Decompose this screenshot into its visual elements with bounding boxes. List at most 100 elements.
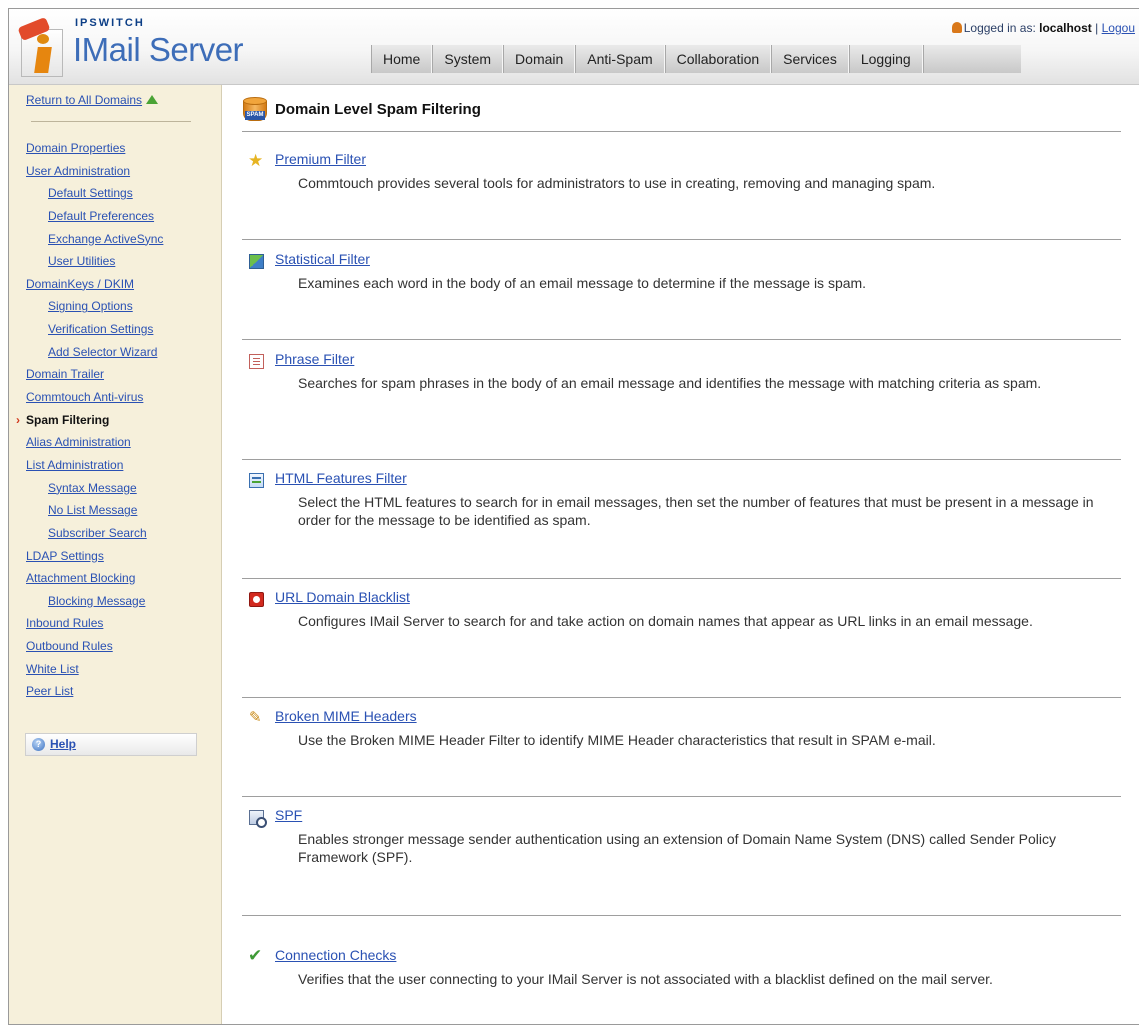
sidebar-item-label[interactable]: Alias Administration [26,435,131,449]
sidebar-item-label[interactable]: Domain Properties [26,141,125,155]
section-divider [242,339,1121,340]
sidebar-item-verification-settings[interactable]: Verification Settings [9,318,222,341]
login-user: localhost [1039,21,1092,35]
sidebar-item-label[interactable]: Outbound Rules [26,639,113,653]
sidebar-item-peer-list[interactable]: Peer List [9,680,222,703]
help-button[interactable]: ? Help [25,733,197,756]
sidebar-item-blocking-message[interactable]: Blocking Message [9,590,222,613]
sidebar-item-domain-trailer[interactable]: Domain Trailer [9,363,222,386]
section-divider [242,796,1121,797]
sidebar-item-label[interactable]: Spam Filtering [26,413,109,427]
sidebar-item-label[interactable]: User Utilities [48,254,115,268]
section-divider [242,239,1121,240]
sidebar-item-user-utilities[interactable]: User Utilities [9,250,222,273]
login-separator: | [1095,21,1099,35]
sidebar-item-label[interactable]: LDAP Settings [26,549,104,563]
sidebar-item-add-selector-wizard[interactable]: Add Selector Wizard [9,341,222,364]
spf-description: Enables stronger message sender authenti… [298,831,1056,865]
main-nav: Home System Domain Anti-Spam Collaborati… [371,45,1021,73]
broken-mime-headers-description: Use the Broken MIME Header Filter to ide… [298,732,936,748]
sidebar-item-label[interactable]: Subscriber Search [48,526,147,540]
sidebar-item-label[interactable]: No List Message [48,503,137,517]
sidebar-item-outbound-rules[interactable]: Outbound Rules [9,635,222,658]
sidebar-item-default-preferences[interactable]: Default Preferences [9,205,222,228]
login-status: Logged in as: localhost | Logou [951,21,1135,35]
premium-filter-link[interactable]: Premium Filter [275,151,366,167]
sidebar-item-label[interactable]: Inbound Rules [26,616,103,630]
document-icon [249,354,264,369]
html-icon [249,473,264,488]
sidebar-item-label[interactable]: Commtouch Anti-virus [26,390,143,404]
sidebar-item-label[interactable]: Exchange ActiveSync [48,232,163,246]
nav-services[interactable]: Services [771,45,849,73]
sidebar-item-default-settings[interactable]: Default Settings [9,182,222,205]
sidebar-item-attachment-blocking[interactable]: Attachment Blocking [9,567,222,590]
broken-mime-headers-link[interactable]: Broken MIME Headers [275,708,417,724]
nav-logging[interactable]: Logging [848,45,923,73]
sidebar-item-label[interactable]: Domain Trailer [26,367,104,381]
sidebar-item-label[interactable]: Blocking Message [48,594,145,608]
return-to-all-domains-link[interactable]: Return to All Domains [26,93,159,107]
active-indicator-icon: › [16,412,20,427]
sidebar-item-user-administration[interactable]: User Administration [9,160,222,183]
connection-checks-link[interactable]: Connection Checks [275,947,396,963]
sidebar-item-label[interactable]: List Administration [26,458,123,472]
sidebar-item-exchange-activesync[interactable]: Exchange ActiveSync [9,228,222,251]
logout-link[interactable]: Logou [1102,21,1135,35]
sidebar-item-alias-administration[interactable]: Alias Administration [9,431,222,454]
sidebar-item-white-list[interactable]: White List [9,658,222,681]
sidebar-item-label[interactable]: Default Preferences [48,209,154,223]
ipswitch-logo: IPSWITCH IMail Server [17,15,287,81]
nav-home[interactable]: Home [371,45,433,73]
spf-link[interactable]: SPF [275,807,302,823]
return-label[interactable]: Return to All Domains [26,93,142,107]
sidebar-item-syntax-message[interactable]: Syntax Message [9,477,222,500]
help-icon: ? [32,738,45,751]
sidebar-item-label[interactable]: Add Selector Wizard [48,345,157,359]
sidebar-item-label[interactable]: User Administration [26,164,130,178]
sidebar-item-label[interactable]: Peer List [26,684,73,698]
section-divider [242,459,1121,460]
nav-collaboration[interactable]: Collaboration [664,45,772,73]
up-arrow-icon [146,95,159,104]
sidebar-item-ldap-settings[interactable]: LDAP Settings [9,545,222,568]
nav-system[interactable]: System [432,45,504,73]
section-divider [242,915,1121,916]
sidebar-menu: Domain Properties User Administration Defa… [9,137,222,703]
url-domain-blacklist-link[interactable]: URL Domain Blacklist [275,589,410,605]
main-content: SPAM Domain Level Spam Filtering Premium… [223,85,1139,1024]
help-label[interactable]: Help [50,737,76,751]
sidebar-item-inbound-rules[interactable]: Inbound Rules [9,612,222,635]
spam-tag: SPAM [245,111,265,120]
nav-filler [922,45,1021,73]
sidebar-item-label[interactable]: Attachment Blocking [26,571,135,585]
connection-checks-description: Verifies that the user connecting to you… [298,971,993,987]
phrase-filter-link[interactable]: Phrase Filter [275,351,354,367]
sidebar-item-domainkeys-dkim[interactable]: DomainKeys / DKIM [9,273,222,296]
html-features-filter-link[interactable]: HTML Features Filter [275,470,407,486]
sidebar-item-label[interactable]: DomainKeys / DKIM [26,277,134,291]
sidebar-divider [31,121,191,122]
sidebar-item-spam-filtering[interactable]: › Spam Filtering [9,409,222,432]
nav-domain[interactable]: Domain [503,45,576,73]
premium-filter-description: Commtouch provides several tools for adm… [298,175,936,191]
sidebar-item-subscriber-search[interactable]: Subscriber Search [9,522,222,545]
sidebar-item-list-administration[interactable]: List Administration [9,454,222,477]
sidebar-item-label[interactable]: Signing Options [48,299,133,313]
page-title: Domain Level Spam Filtering [275,101,481,118]
sidebar-item-commtouch-anti-virus[interactable]: Commtouch Anti-virus [9,386,222,409]
sidebar-item-domain-properties[interactable]: Domain Properties [9,137,222,160]
logo-i-icon [17,16,63,77]
sidebar-item-label[interactable]: Default Settings [48,186,133,200]
nav-anti-spam[interactable]: Anti-Spam [575,45,665,73]
sidebar: Return to All Domains Domain Properties U… [9,85,222,1024]
statistical-filter-link[interactable]: Statistical Filter [275,251,370,267]
sidebar-item-no-list-message[interactable]: No List Message [9,499,222,522]
sidebar-item-label[interactable]: Syntax Message [48,481,137,495]
sidebar-item-label[interactable]: White List [26,662,79,676]
url-domain-blacklist-description: Configures IMail Server to search for an… [298,613,1033,629]
checkmark-icon [248,946,264,966]
url-block-icon [249,592,264,607]
sidebar-item-label[interactable]: Verification Settings [48,322,153,336]
sidebar-item-signing-options[interactable]: Signing Options [9,295,222,318]
